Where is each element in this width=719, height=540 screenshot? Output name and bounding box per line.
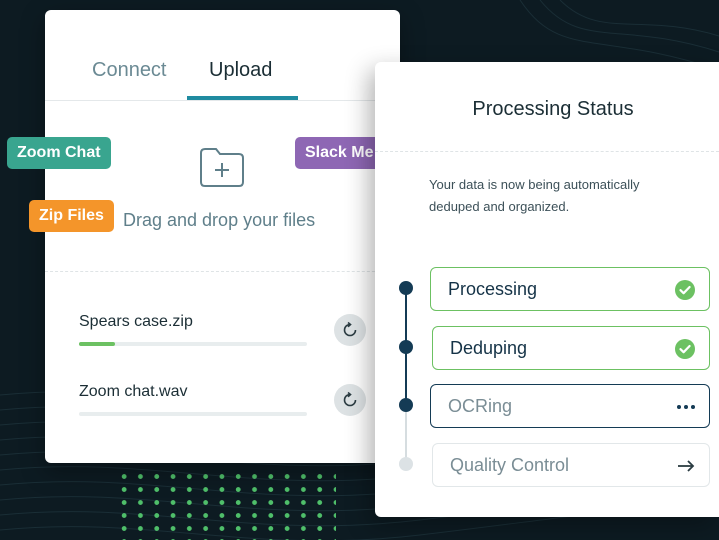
divider — [375, 151, 719, 152]
processing-status-panel: Processing Status Your data is now being… — [375, 62, 719, 517]
decorative-dot-grid — [116, 470, 336, 540]
divider — [45, 271, 400, 272]
file-name: Zoom chat.wav — [79, 383, 188, 400]
arrow-right-icon — [678, 460, 695, 472]
tab-upload[interactable]: Upload — [209, 59, 272, 82]
timeline-node — [399, 457, 413, 471]
source-tag-zip-files: Zip Files — [29, 200, 114, 232]
upload-progress-bar — [79, 342, 307, 346]
more-icon — [677, 405, 695, 409]
retry-upload-button[interactable] — [334, 314, 366, 346]
step-label: Processing — [448, 279, 538, 299]
drop-zone-label[interactable]: Drag and drop your files — [123, 210, 315, 231]
timeline-node — [399, 398, 413, 412]
status-description: Your data is now being automatically ded… — [429, 177, 640, 214]
step-deduping[interactable]: Deduping — [432, 326, 710, 370]
timeline-node — [399, 281, 413, 295]
refresh-icon — [343, 391, 357, 407]
panel-title: Processing Status — [472, 98, 634, 120]
source-tag-zoom-chat: Zoom Chat — [7, 137, 111, 169]
step-label: Quality Control — [450, 455, 570, 475]
retry-upload-button[interactable] — [334, 384, 366, 416]
step-processing[interactable]: Processing — [430, 267, 710, 311]
folder-add-icon[interactable] — [199, 144, 245, 190]
check-icon — [675, 339, 695, 359]
tab-connect[interactable]: Connect — [92, 59, 167, 82]
step-label: OCRing — [448, 396, 513, 416]
timeline-node — [399, 340, 413, 354]
step-ocring[interactable]: OCRing — [430, 384, 710, 428]
check-icon — [675, 280, 695, 300]
tab-bar: Connect Upload — [45, 10, 400, 101]
step-quality-control[interactable]: Quality Control — [432, 443, 710, 487]
active-tab-indicator — [187, 96, 298, 100]
file-name: Spears case.zip — [79, 313, 193, 330]
refresh-icon — [343, 321, 357, 337]
upload-panel: Connect Upload Drag and drop your files … — [45, 10, 400, 463]
step-label: Deduping — [450, 338, 528, 358]
upload-progress-bar — [79, 412, 307, 416]
upload-progress-fill — [79, 342, 116, 346]
source-tag-slack: Slack Me — [295, 137, 385, 169]
